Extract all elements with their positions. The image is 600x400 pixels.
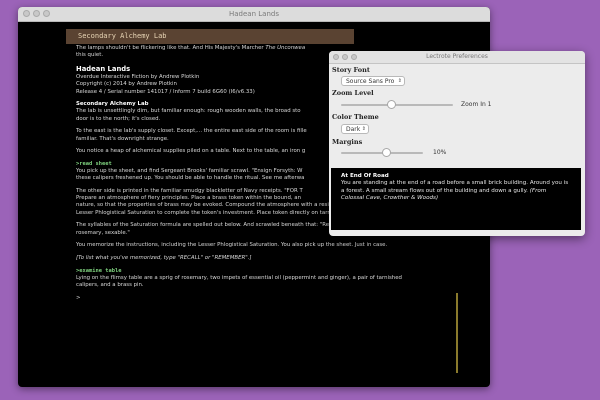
margins-value: 10% (433, 149, 447, 156)
player-command: >examine table (76, 267, 122, 274)
room-name: Secondary Alchemy Lab (76, 101, 149, 108)
theme-preview: At End Of Road You are standing at the e… (331, 168, 581, 230)
window-controls (333, 53, 357, 60)
input-prompt[interactable]: > (76, 295, 466, 302)
main-window-title: Hadean Lands (229, 10, 279, 18)
zoom-slider-knob[interactable] (386, 100, 396, 109)
window-controls (23, 10, 50, 17)
zoom-level-value: Zoom In 1 (461, 101, 492, 108)
zoom-button[interactable] (351, 53, 357, 60)
preview-location: At End Of Road (341, 173, 389, 179)
preferences-window: Lectrote Preferences Story Font Source S… (329, 51, 585, 236)
hint-text: [To list what you've memorized, type "RE… (76, 254, 252, 261)
command-block: >examine table Lying on the flimsy table… (76, 267, 402, 289)
status-line: Secondary Alchemy Lab (66, 29, 354, 44)
prefs-titlebar: Lectrote Preferences (329, 51, 585, 64)
story-paragraph: You memorize the instructions, including… (76, 242, 388, 249)
zoom-button[interactable] (43, 10, 50, 17)
margins-label: Margins (332, 138, 363, 146)
chevron-updown-icon: ⇕ (397, 78, 402, 84)
minimize-button[interactable] (342, 53, 348, 60)
margins-slider-knob[interactable] (381, 148, 391, 157)
close-button[interactable] (333, 53, 339, 60)
story-font-label: Story Font (332, 66, 370, 74)
close-button[interactable] (23, 10, 30, 17)
scroll-indicator[interactable] (456, 293, 458, 373)
color-theme-select[interactable]: Dark ⇕ (341, 124, 369, 134)
minimize-button[interactable] (33, 10, 40, 17)
player-command: >read sheet (76, 160, 112, 167)
prefs-window-title: Lectrote Preferences (426, 53, 488, 60)
story-font-select[interactable]: Source Sans Pro ⇕ (341, 76, 405, 86)
main-titlebar: Hadean Lands (18, 7, 490, 22)
color-theme-label: Color Theme (332, 113, 379, 121)
chevron-updown-icon: ⇕ (361, 126, 366, 132)
game-title: Hadean Lands (76, 64, 131, 73)
zoom-slider-track[interactable] (341, 104, 453, 106)
zoom-level-label: Zoom Level (332, 89, 374, 97)
